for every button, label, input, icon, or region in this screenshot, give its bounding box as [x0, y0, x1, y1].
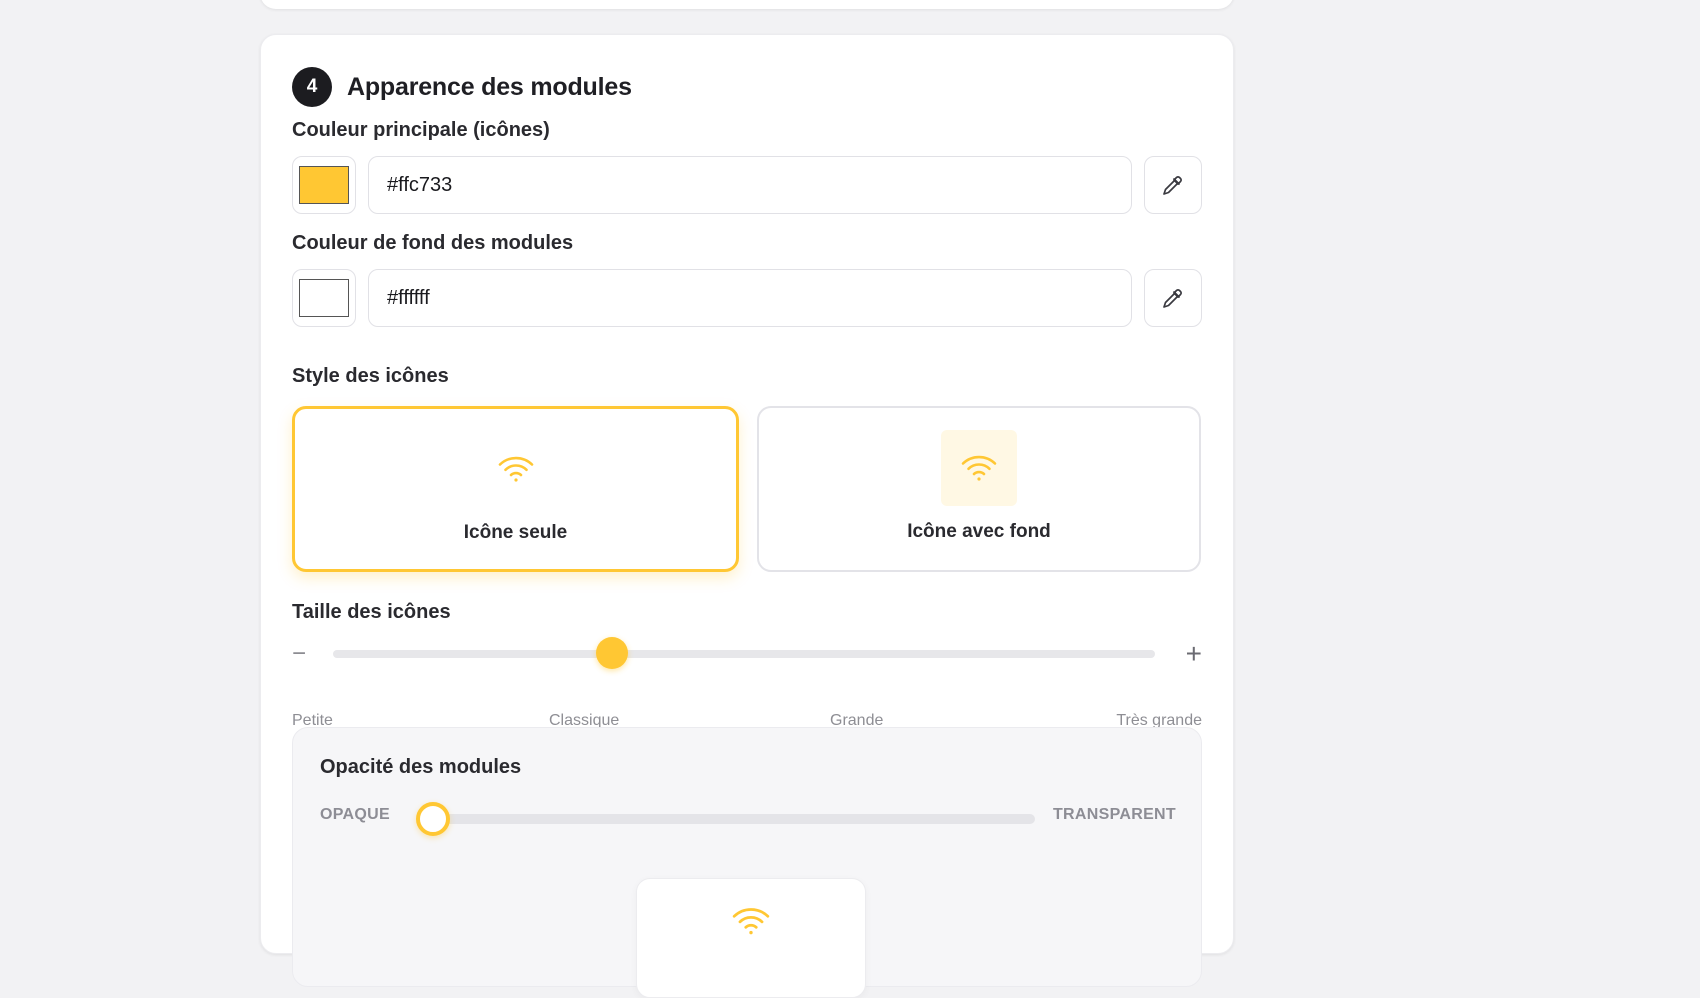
icon-style-label: Style des icônes	[292, 365, 449, 387]
primary-color-swatch-button[interactable]	[292, 156, 356, 214]
decrease-size-button[interactable]: −	[292, 642, 306, 666]
opacity-right-label: TRANSPARENT	[1052, 806, 1176, 823]
opacity-left-label: OPAQUE	[320, 806, 390, 823]
primary-color-eyedropper-button[interactable]	[1144, 156, 1202, 214]
eyedropper-icon	[1163, 289, 1182, 308]
icon-style-option-label: Icône seule	[463, 522, 568, 543]
increase-size-button[interactable]: +	[1186, 640, 1202, 668]
previous-section-card	[260, 0, 1234, 9]
background-color-swatch-button[interactable]	[292, 269, 356, 327]
wifi-icon	[961, 455, 997, 481]
wifi-icon	[498, 456, 533, 482]
background-color-swatch	[299, 279, 349, 317]
opacity-panel: Opacité des modules OPAQUE TRANSPARENT	[292, 727, 1202, 998]
eyedropper-icon	[1163, 176, 1182, 195]
primary-color-label: Couleur principale (icônes)	[292, 119, 550, 141]
section-title: Apparence des modules	[347, 72, 632, 101]
icon-style-preview	[941, 430, 1017, 506]
icon-size-track[interactable]	[333, 637, 1155, 669]
icon-style-option-icon-with-background[interactable]: Icône avec fond	[757, 406, 1201, 572]
icon-size-thumb[interactable]	[596, 637, 629, 669]
icon-style-option-icon-only[interactable]: Icône seule	[292, 406, 739, 572]
primary-color-hex-input[interactable]	[368, 156, 1132, 214]
background-color-label: Couleur de fond des modules	[292, 232, 574, 254]
background-color-row	[292, 269, 1202, 327]
step-number-badge: 4	[292, 67, 332, 107]
icon-size-slider: − +	[292, 637, 1202, 678]
opacity-track[interactable]	[416, 802, 1035, 836]
section-header: 4 Apparence des modules	[292, 67, 632, 107]
icon-style-option-label: Icône avec fond	[907, 521, 1051, 542]
module-appearance-card: 4 Apparence des modules Couleur principa…	[260, 34, 1234, 998]
icon-size-label: Taille des icônes	[292, 601, 451, 623]
background-color-eyedropper-button[interactable]	[1144, 269, 1202, 327]
opacity-title: Opacité des modules	[320, 756, 522, 778]
module-preview-tile	[636, 878, 866, 998]
opacity-thumb[interactable]	[416, 802, 450, 836]
primary-color-swatch	[299, 166, 349, 204]
icon-style-preview	[478, 431, 554, 507]
background-color-hex-input[interactable]	[368, 269, 1132, 327]
primary-color-row	[292, 156, 1202, 214]
